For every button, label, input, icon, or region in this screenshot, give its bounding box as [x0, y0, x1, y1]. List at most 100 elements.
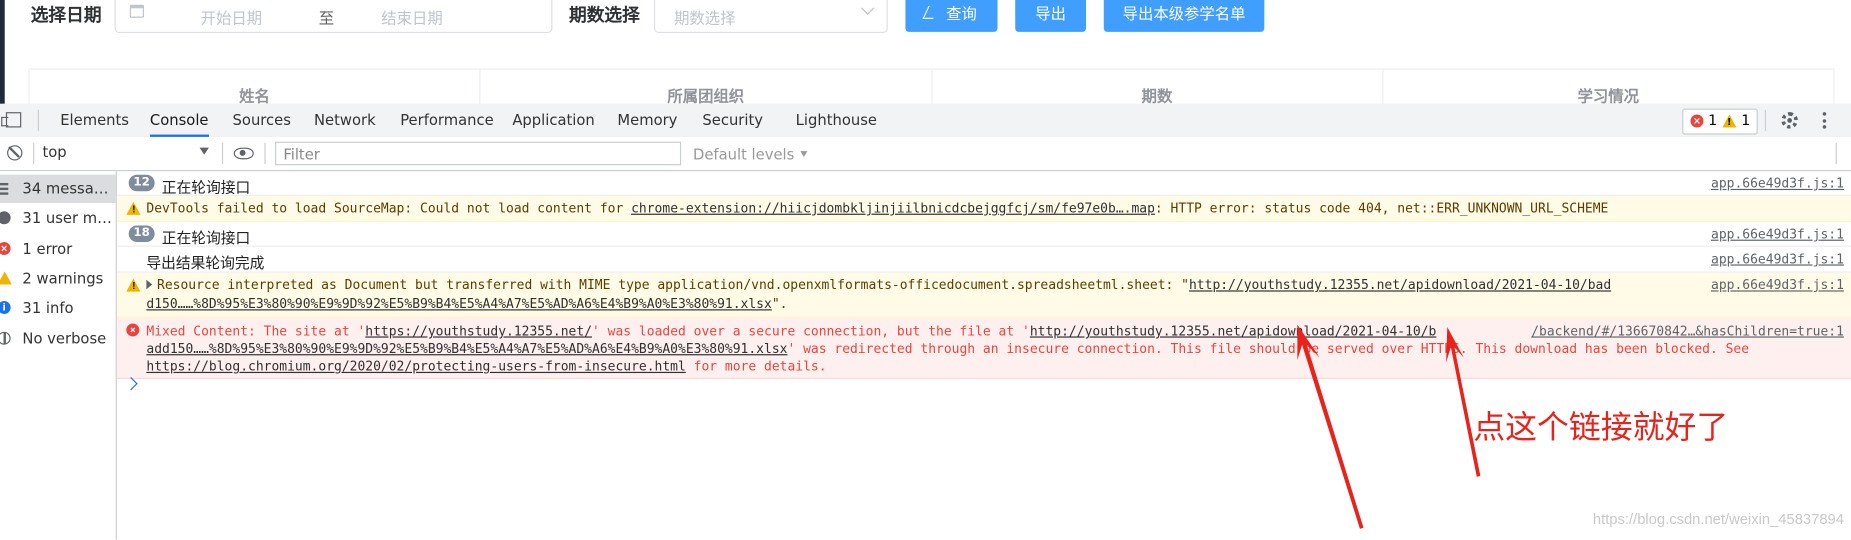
log-levels-label: Default levels — [692, 145, 795, 163]
context-selector[interactable]: top — [42, 143, 213, 164]
chromium-blog-link[interactable]: https://blog.chromium.org/2020/02/protec… — [146, 359, 685, 374]
calendar-icon — [129, 4, 145, 18]
console-message: 18 正在轮询接口 app.66e49d3f.js:1 — [116, 222, 1851, 247]
tab-sources[interactable]: Sources — [233, 104, 291, 137]
chevron-down-icon — [860, 1, 875, 15]
source-link[interactable]: /backend/#/136670842…&hasChildren=true:1 — [1531, 323, 1844, 338]
tab-memory[interactable]: Memory — [617, 104, 677, 137]
console-warning: Resource interpreted as Document but tra… — [116, 272, 1851, 318]
issues-counter[interactable]: × 1 1 — [1682, 108, 1758, 135]
site-link[interactable]: https://youthstudy.12355.net/ — [365, 323, 592, 338]
gear-icon[interactable] — [1781, 112, 1798, 129]
sidebar-item-messages[interactable]: 34 messages — [0, 174, 116, 204]
export-roster-button-label: 导出本级参学名单 — [1122, 4, 1246, 23]
file-link-cont[interactable]: add150……%8D%95%E3%80%90%E9%9D%92%E5%B9%B… — [146, 341, 787, 356]
dropdown-arrow-icon — [800, 151, 808, 158]
devtools-panel: Elements Console Sources Network Perform… — [0, 103, 1851, 540]
user-icon — [0, 211, 11, 225]
export-roster-button[interactable]: 导出本级参学名单 — [1103, 0, 1265, 32]
console-prompt-icon[interactable] — [124, 376, 138, 391]
console-error: × Mixed Content: The site at 'https://yo… — [116, 317, 1851, 379]
context-value: top — [42, 142, 67, 161]
column-header-organization[interactable]: 所属团组织 — [481, 69, 933, 104]
column-header-study-status[interactable]: 学习情况 — [1383, 70, 1833, 104]
warning-icon — [0, 271, 12, 285]
list-icon — [0, 182, 11, 196]
sourcemap-link[interactable]: chrome-extension://hiicjdombkljinjiilbni… — [631, 201, 1155, 216]
tab-elements[interactable]: Elements — [60, 104, 129, 137]
query-button-label: 查询 — [946, 4, 977, 23]
error-text-line3: https://blog.chromium.org/2020/02/protec… — [146, 359, 826, 374]
sidebar-item-label: 34 messages — [22, 179, 115, 198]
sidebar-item-label: 31 info — [22, 298, 74, 317]
tab-lighthouse[interactable]: Lighthouse — [796, 104, 877, 137]
sidebar-item-label: No verbose — [22, 329, 107, 348]
more-options-icon[interactable] — [1822, 112, 1827, 129]
warning-icon — [1722, 114, 1737, 128]
toolbar-divider — [221, 142, 224, 165]
verbose-icon — [0, 331, 11, 345]
info-icon: i — [0, 301, 11, 315]
date-range-picker[interactable]: 开始日期 至 结束日期 — [114, 0, 553, 34]
sidebar-item-warnings[interactable]: 2 warnings — [0, 264, 116, 292]
toolbar-divider — [1764, 109, 1767, 132]
error-text-line1: Mixed Content: The site at 'https://yout… — [146, 323, 1436, 338]
export-button[interactable]: 导出 — [1015, 0, 1087, 32]
warning-icon — [126, 201, 141, 215]
error-text-line2: add150……%8D%95%E3%80%90%E9%9D%92%E5%B9%B… — [146, 341, 1749, 356]
console-message: 导出结果轮询完成 app.66e49d3f.js:1 — [116, 247, 1851, 273]
tab-security[interactable]: Security — [702, 104, 763, 137]
log-levels-dropdown[interactable]: Default levels — [692, 145, 808, 163]
warning-text-part: ". — [771, 296, 788, 312]
end-date-input[interactable]: 结束日期 — [381, 6, 442, 29]
web-page: 选择日期 开始日期 至 结束日期 期数选择 期数选择 查询 导出 导出本级参学名… — [0, 0, 1851, 106]
column-header-period[interactable]: 期数 — [932, 69, 1384, 104]
dropdown-arrow-icon — [199, 147, 209, 155]
start-date-input[interactable]: 开始日期 — [201, 6, 262, 29]
console-sidebar: 34 messages 31 user mes… × 1 error 2 war… — [0, 171, 117, 540]
period-select[interactable]: 期数选择 — [653, 0, 888, 34]
download-link-cont[interactable]: d150……%8D%95%E3%80%90%E9%9D%92%E5%B9%B4%… — [146, 296, 771, 311]
error-text-part: ' was loaded over a secure connection, b… — [592, 323, 1030, 339]
tab-network[interactable]: Network — [314, 104, 376, 137]
file-link[interactable]: http://youthstudy.12355.net/apidownload/… — [1030, 323, 1437, 338]
column-header-name[interactable]: 姓名 — [30, 69, 481, 104]
message-text: 正在轮询接口 — [161, 229, 251, 247]
range-separator: 至 — [318, 10, 335, 29]
edit-icon — [923, 5, 940, 19]
filter-input[interactable] — [275, 141, 682, 166]
error-text-part: Mixed Content: The site at ' — [146, 323, 366, 339]
sidebar-item-errors[interactable]: × 1 error — [0, 235, 116, 263]
message-text: 正在轮询接口 — [161, 178, 251, 196]
console-message: 12 正在轮询接口 app.66e49d3f.js:1 — [116, 171, 1851, 196]
console-warning: DevTools failed to load SourceMap: Could… — [116, 195, 1851, 222]
sidebar-item-label: 1 error — [22, 239, 73, 258]
download-link[interactable]: http://youthstudy.12355.net/apidownload/… — [1189, 277, 1611, 292]
query-button[interactable]: 查询 — [905, 0, 998, 32]
tab-performance[interactable]: Performance — [400, 104, 494, 137]
sidebar-item-user-messages[interactable]: 31 user mes… — [0, 204, 116, 232]
expand-arrow-icon[interactable] — [146, 279, 153, 290]
sidebar-item-verbose[interactable]: No verbose — [0, 325, 116, 353]
source-link[interactable]: app.66e49d3f.js:1 — [1711, 176, 1844, 191]
warning-text-part: DevTools failed to load SourceMap: Could… — [146, 200, 632, 217]
error-icon: × — [1690, 114, 1704, 128]
error-icon: × — [126, 323, 140, 337]
eye-icon[interactable] — [233, 147, 254, 160]
tab-console[interactable]: Console — [149, 104, 209, 137]
source-link[interactable]: app.66e49d3f.js:1 — [1711, 227, 1844, 242]
watermark: https://blog.csdn.net/weixin_45837894 — [1592, 511, 1844, 528]
source-link[interactable]: app.66e49d3f.js:1 — [1711, 251, 1844, 266]
clear-console-icon[interactable] — [7, 145, 23, 161]
error-text-part: ' was redirected through an insecure con… — [787, 341, 1750, 357]
devtools-tabbar: Elements Console Sources Network Perform… — [0, 103, 1851, 139]
message-text: 导出结果轮询完成 — [146, 253, 265, 272]
tab-application[interactable]: Application — [512, 104, 594, 137]
warning-count: 1 — [1741, 112, 1751, 129]
sidebar-item-info[interactable]: i 31 info — [0, 294, 116, 322]
warning-text-part: : HTTP error: status code 404, net::ERR_… — [1154, 200, 1609, 217]
repeat-count-badge: 12 — [128, 174, 155, 192]
source-link[interactable]: app.66e49d3f.js:1 — [1706, 277, 1844, 293]
warning-icon — [126, 278, 141, 292]
device-toolbar-icon[interactable] — [1, 112, 22, 128]
